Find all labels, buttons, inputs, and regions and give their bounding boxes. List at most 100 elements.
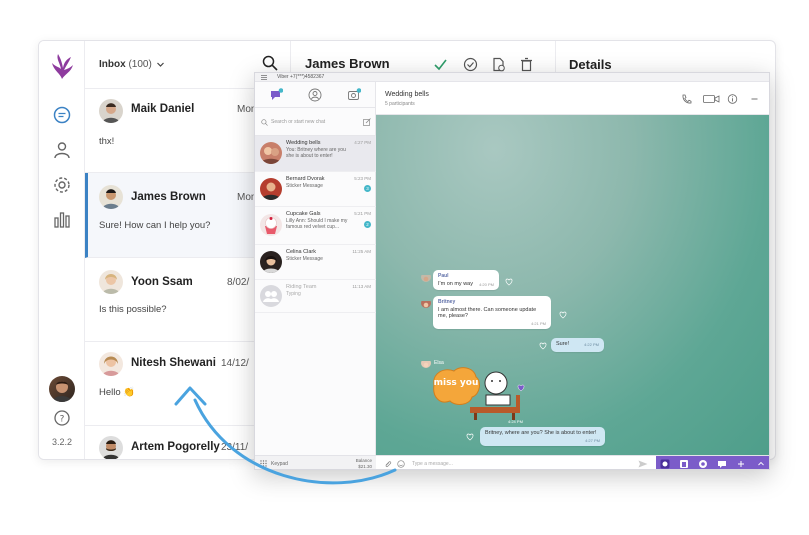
checkmark-icon[interactable]: [433, 57, 448, 72]
user-icon[interactable]: [52, 140, 72, 160]
keypad-icon: [260, 460, 267, 467]
person-face-icon: [99, 436, 123, 459]
chevron-up-icon[interactable]: [756, 459, 766, 469]
avatar: [99, 270, 123, 294]
person-face-icon: [99, 185, 123, 209]
emoji-icon[interactable]: [397, 460, 405, 468]
inbox-dropdown[interactable]: Inbox (100): [99, 59, 152, 70]
contacts-tab-icon[interactable]: [308, 88, 322, 102]
menu-icon[interactable]: [261, 75, 267, 80]
avatar: [421, 272, 431, 282]
cupcake-icon: [260, 214, 282, 236]
viber-sidebar: Search or start new chat Wedding bells Y…: [255, 82, 376, 469]
conversation-time: 8/02/: [227, 277, 250, 288]
add-icon[interactable]: [736, 459, 746, 469]
conversation-preview: Hello 👏: [99, 387, 136, 398]
gear-icon[interactable]: [52, 175, 72, 195]
sticker-text: miss you: [434, 378, 479, 388]
sticker-pack-icon[interactable]: [679, 459, 689, 469]
chat-name: Riding Team: [286, 284, 317, 290]
document-add-icon[interactable]: [491, 57, 506, 72]
conversation-preview: Is this possible?: [99, 304, 167, 315]
heart-icon[interactable]: [505, 278, 513, 286]
minimize-icon[interactable]: [749, 94, 760, 104]
compose-icon[interactable]: [363, 118, 371, 126]
inbox-count: (100): [128, 59, 152, 70]
heart-icon[interactable]: [466, 433, 474, 441]
miss-you-sticker-icon[interactable]: miss you: [430, 365, 526, 421]
chat-icon[interactable]: [52, 105, 72, 125]
chats-tab-icon[interactable]: [269, 88, 283, 102]
balance-value: $21.30: [358, 463, 372, 469]
message-time: 4:24 PM: [508, 419, 523, 424]
group-icon: [263, 291, 279, 302]
chat-preview: Typing: [286, 291, 301, 297]
message-bubble[interactable]: Paul I'm on my way 4:20 PM: [433, 270, 499, 290]
heart-icon[interactable]: [559, 311, 567, 319]
chat-participants: 5 participants: [385, 101, 415, 107]
contact-name: Maik Daniel: [131, 103, 195, 115]
sticker-pack-icon[interactable]: [698, 459, 708, 469]
group-avatar: [260, 142, 282, 164]
chat-list-item[interactable]: Bernard Dvorak Sticker Message 5:23 PM 3: [255, 172, 376, 207]
message-bubble-outgoing[interactable]: Britney, where are you? She is about to …: [480, 427, 605, 446]
search-input[interactable]: Search or start new chat: [271, 119, 325, 125]
bar-chart-icon[interactable]: [52, 209, 72, 229]
search-icon[interactable]: [262, 55, 278, 71]
message-time: 4:22 PM: [584, 342, 599, 347]
chat-preview: You: Britney where are you she is about …: [286, 147, 346, 159]
message-bubble[interactable]: Britney I am almost there. Can someone u…: [433, 296, 551, 329]
person-face-icon: [260, 251, 282, 273]
person-face-icon: [421, 301, 431, 308]
viber-tabs: [255, 82, 376, 108]
avatar: [260, 178, 282, 200]
heart-icon[interactable]: [539, 342, 547, 350]
trash-icon[interactable]: [519, 57, 534, 72]
public-accounts-tab-icon[interactable]: [347, 88, 361, 102]
viber-sticker-icon[interactable]: [660, 459, 670, 469]
bird-logo-icon: [52, 54, 73, 79]
unread-badge: 3: [364, 185, 371, 192]
avatar: [99, 436, 123, 459]
keypad-bar[interactable]: Keypad Balance $21.30: [255, 455, 376, 469]
chat-time: 11:13 AM: [352, 284, 371, 289]
person-face-icon: [421, 275, 431, 282]
avatar[interactable]: [49, 376, 75, 402]
help-icon[interactable]: ?: [53, 409, 71, 427]
sticker-pack-icon[interactable]: [717, 459, 727, 469]
message-input[interactable]: Type a message...: [412, 461, 453, 467]
chat-messages-area: Paul I'm on my way 4:20 PM Britney I am …: [376, 115, 769, 455]
chat-list-item[interactable]: Cupcake Gals Lilly Ann: Should I make my…: [255, 207, 376, 245]
chat-list-item[interactable]: Wedding bells You: Britney where are you…: [255, 136, 376, 172]
conversation-time: 14/12/: [221, 358, 249, 369]
message-text: I am almost there. Can someone update me…: [438, 307, 537, 319]
viber-search-bar[interactable]: Search or start new chat: [255, 108, 376, 136]
phone-icon[interactable]: [681, 94, 692, 104]
viber-window: Viber +7(***)4582367 Search or start new…: [254, 72, 770, 470]
chat-name: Cupcake Gals: [286, 211, 321, 217]
chevron-down-icon[interactable]: [156, 60, 165, 69]
message-time: 4:27 PM: [585, 438, 600, 443]
message-input-bar: Type a message...: [376, 455, 769, 469]
chat-name: Bernard Dvorak: [286, 176, 325, 182]
chat-time: 5:21 PM: [354, 211, 371, 216]
video-call-icon[interactable]: [703, 94, 720, 104]
group-avatar: [260, 214, 282, 236]
viber-titlebar: Viber +7(***)4582367: [255, 73, 769, 82]
attachment-icon[interactable]: [384, 460, 392, 468]
conversation-preview: Sure! How can I help you?: [99, 220, 211, 231]
chat-list-item[interactable]: Riding Team Typing 11:13 AM: [255, 280, 376, 313]
avatar: [99, 352, 123, 376]
keypad-label: Keypad: [271, 461, 288, 467]
chat-time: 5:23 PM: [354, 176, 371, 181]
unread-badge: 2: [364, 221, 371, 228]
person-face-icon: [99, 352, 123, 376]
person-face-icon: [99, 99, 123, 123]
balance-display: Balance $21.30: [356, 458, 372, 469]
heart-icon-liked[interactable]: [517, 384, 525, 392]
chat-list-item[interactable]: Celina Clark Sticker Message 11:25 AM: [255, 245, 376, 280]
check-circle-icon[interactable]: [463, 57, 478, 72]
info-icon[interactable]: [727, 94, 738, 104]
message-bubble-outgoing[interactable]: Sure! 4:22 PM: [551, 338, 604, 352]
send-icon[interactable]: [638, 460, 648, 468]
